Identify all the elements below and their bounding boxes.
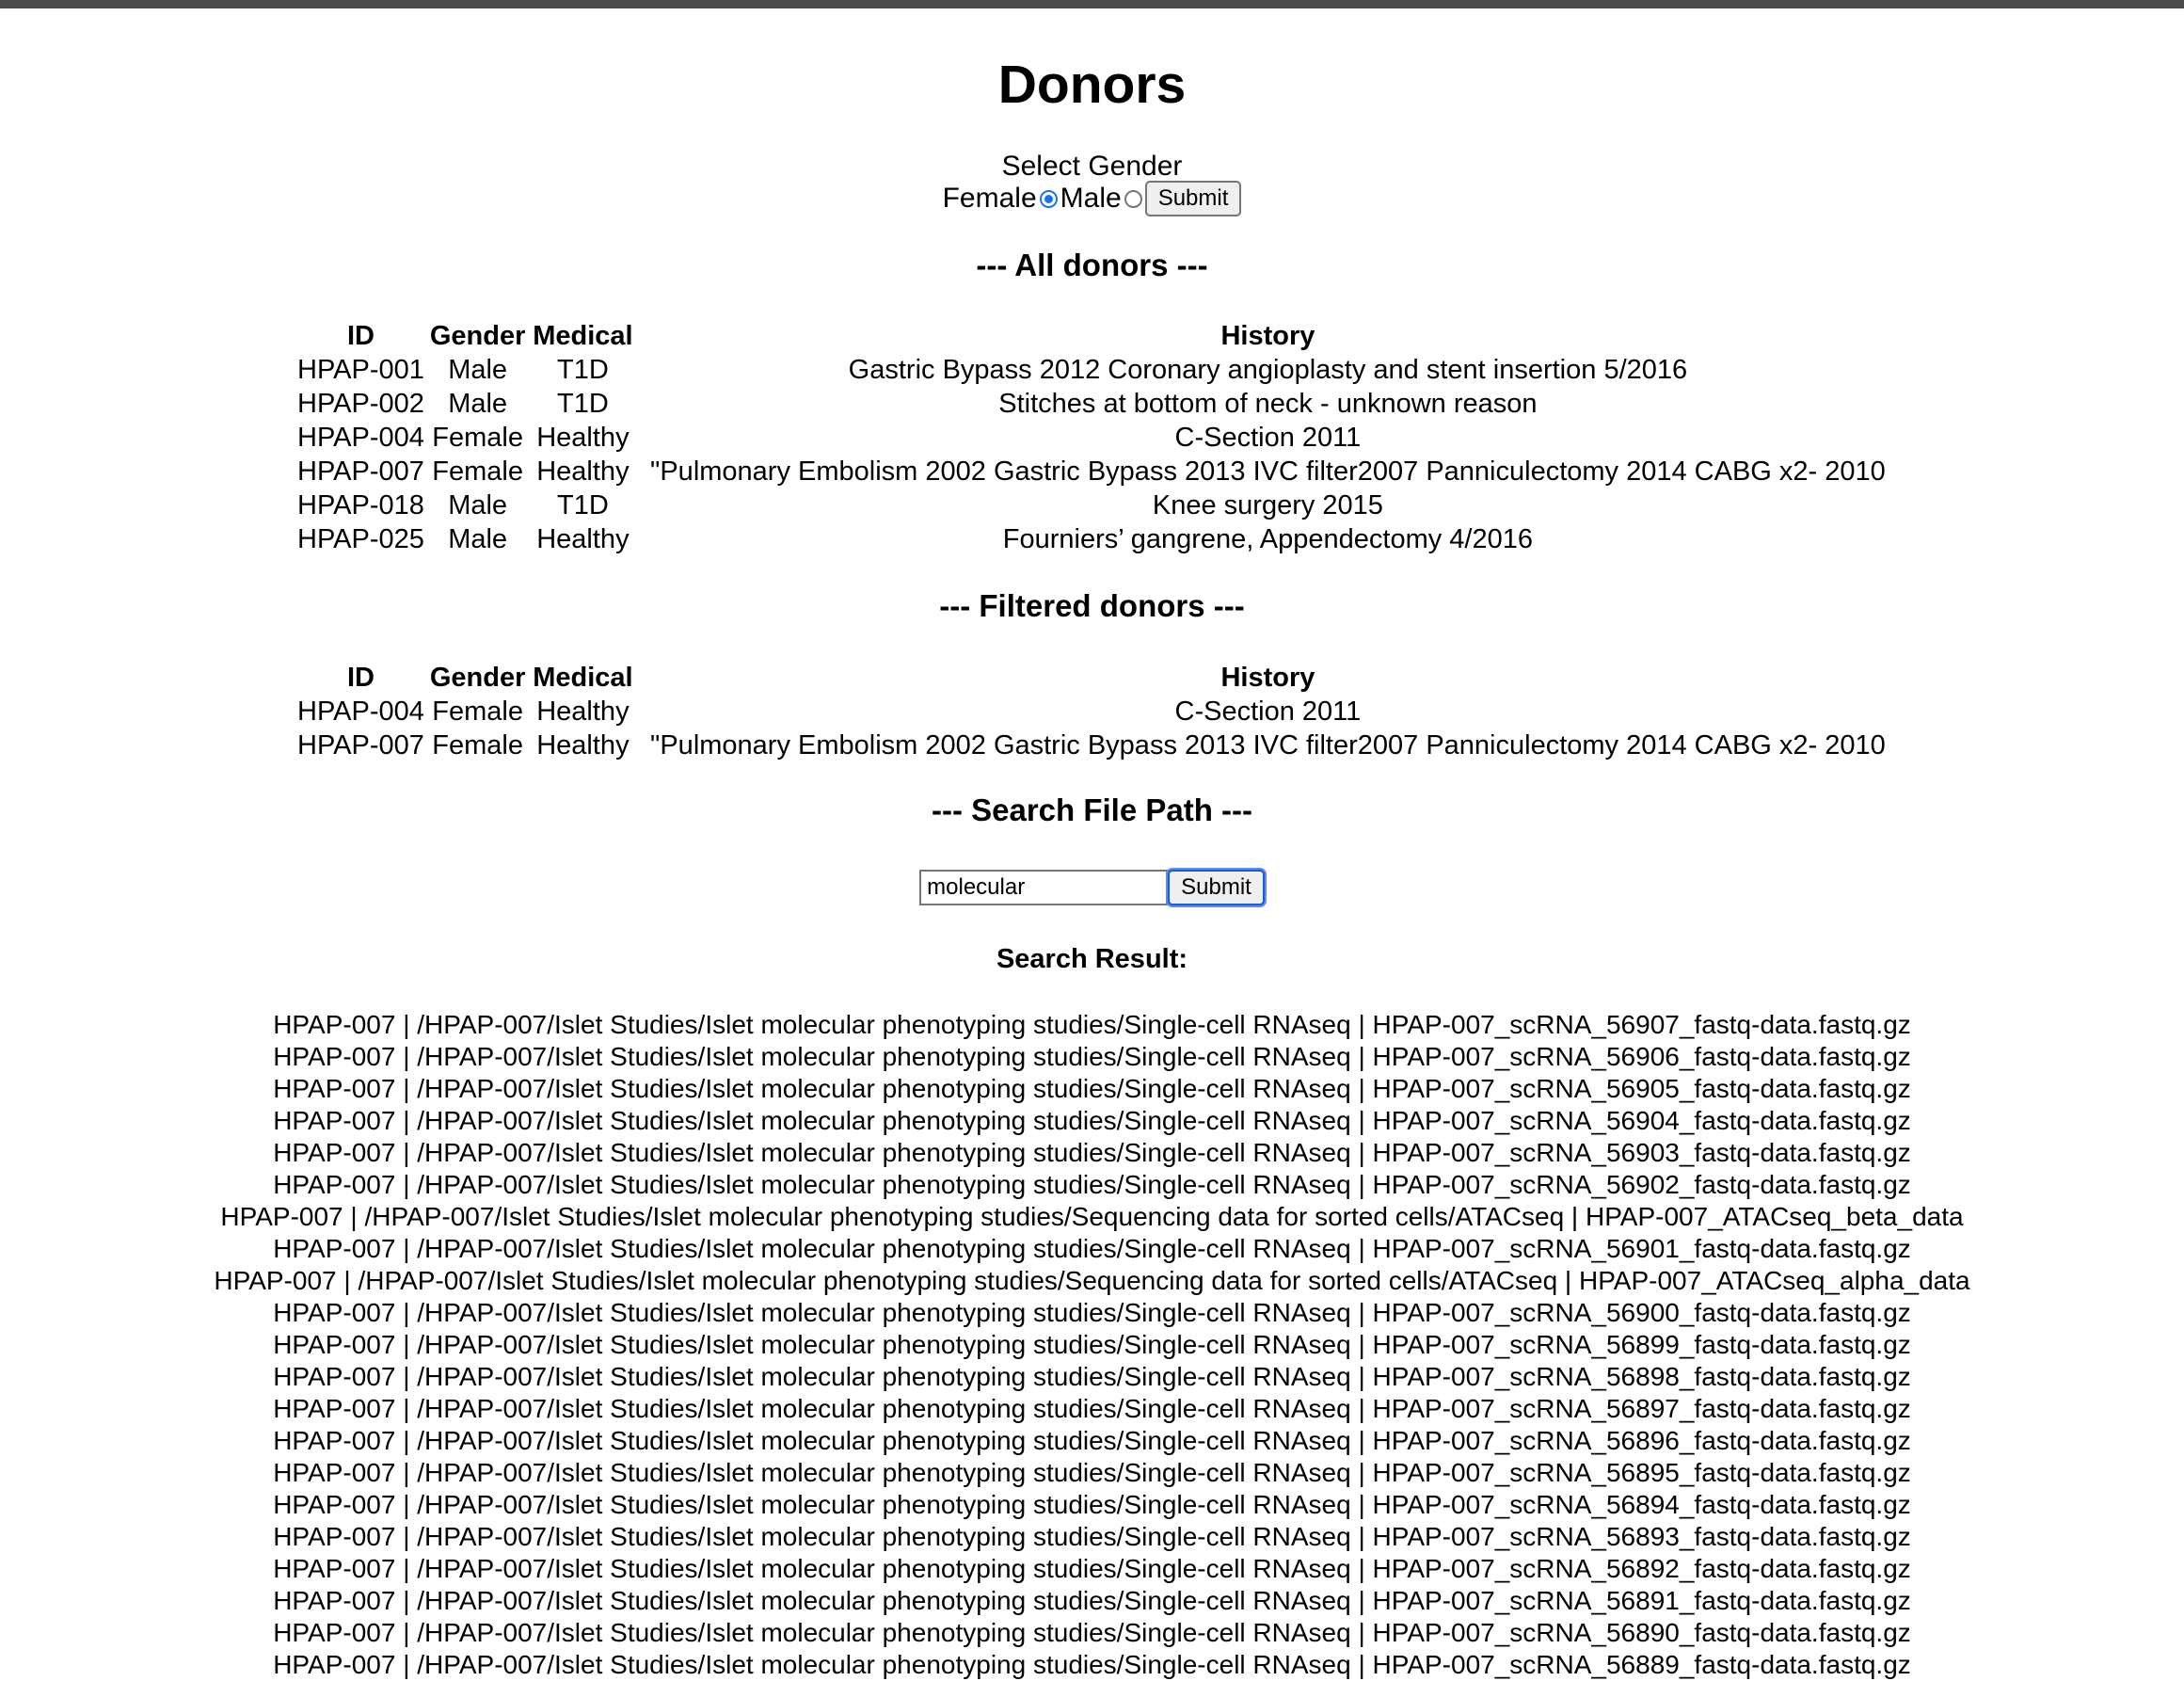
all-donors-heading: --- All donors --- <box>976 248 1208 282</box>
search-result-item: HPAP-007 | /HPAP-007/Islet Studies/Islet… <box>273 1234 1911 1263</box>
table-row: HPAP-002 Male T1D Stitches at bottom of nec… <box>295 387 1898 421</box>
cell-medical: T1D <box>557 389 609 419</box>
cell-id: HPAP-007 <box>297 456 424 487</box>
search-input[interactable] <box>919 870 1169 905</box>
cell-id: HPAP-004 <box>297 696 424 727</box>
search-heading: --- Search File Path --- <box>931 792 1253 827</box>
column-header-history: History <box>1220 321 1315 351</box>
cell-history: C-Section 2011 <box>1174 423 1362 453</box>
cell-history: C-Section 2011 <box>1174 696 1362 727</box>
cell-medical: Healthy <box>536 730 630 760</box>
filtered-donors-table: ID Gender Medical History HPAP-004 Female… <box>295 661 1898 762</box>
search-result-item: HPAP-007 | /HPAP-007/Islet Studies/Islet… <box>273 1394 1911 1423</box>
cell-id: HPAP-004 <box>297 423 424 453</box>
cell-id: HPAP-001 <box>297 355 424 385</box>
cell-medical: Healthy <box>536 524 630 554</box>
cell-id: HPAP-007 <box>297 730 424 760</box>
cell-medical: T1D <box>557 355 609 385</box>
search-result-item: HPAP-007 | /HPAP-007/Islet Studies/Islet… <box>273 1458 1911 1487</box>
table-row: HPAP-004 Female Healthy C-Section 2011 <box>295 421 1898 455</box>
cell-history: Fourniers’ gangrene, Appendectomy 4/2016 <box>1002 524 1533 554</box>
table-header-row: ID Gender Medical History <box>295 319 1898 353</box>
search-result-item: HPAP-007 | /HPAP-007/Islet Studies/Islet… <box>273 1586 1911 1615</box>
gender-form: Female Male Submit <box>0 180 2184 217</box>
cell-medical: Healthy <box>536 456 630 487</box>
search-result-item: HPAP-007 | /HPAP-007/Islet Studies/Islet… <box>273 1106 1911 1135</box>
cell-id: HPAP-002 <box>297 389 424 419</box>
search-result-item: HPAP-007 | /HPAP-007/Islet Studies/Islet… <box>273 1074 1911 1103</box>
cell-gender: Female <box>432 730 523 760</box>
search-result-item: HPAP-007 | /HPAP-007/Islet Studies/Islet… <box>273 1170 1911 1199</box>
page-title: Donors <box>997 55 1187 115</box>
gender-radio-male[interactable] <box>1124 189 1142 208</box>
cell-history: Knee surgery 2015 <box>1152 490 1383 520</box>
cell-gender: Female <box>432 696 523 727</box>
search-results-list: HPAP-007 | /HPAP-007/Islet Studies/Islet… <box>0 1009 2184 1681</box>
search-result-item: HPAP-007 | /HPAP-007/Islet Studies/Islet… <box>273 1010 1911 1039</box>
cell-id: HPAP-025 <box>297 524 424 554</box>
search-result-item: HPAP-007 | /HPAP-007/Islet Studies/Islet… <box>273 1426 1911 1455</box>
search-result-item: HPAP-007 | /HPAP-007/Islet Studies/Islet… <box>273 1362 1911 1391</box>
search-result-item: HPAP-007 | /HPAP-007/Islet Studies/Islet… <box>273 1042 1911 1071</box>
column-header-id: ID <box>346 321 375 351</box>
search-result-item: HPAP-007 | /HPAP-007/Islet Studies/Islet… <box>273 1138 1911 1167</box>
column-header-history: History <box>1220 663 1315 693</box>
window-top-border <box>0 0 2184 8</box>
cell-history: Stitches at bottom of neck - unknown rea… <box>998 389 1538 419</box>
gender-option-male-label: Male <box>1060 183 1122 214</box>
search-result-item: HPAP-007 | /HPAP-007/Islet Studies/Islet… <box>214 1266 1970 1295</box>
search-result-item: HPAP-007 | /HPAP-007/Islet Studies/Islet… <box>273 1618 1911 1647</box>
search-submit-button[interactable]: Submit <box>1168 870 1265 905</box>
filtered-donors-heading: --- Filtered donors --- <box>939 588 1245 623</box>
search-result-item: HPAP-007 | /HPAP-007/Islet Studies/Islet… <box>273 1490 1911 1519</box>
table-row: HPAP-007 Female Healthy "Pulmonary Embolism… <box>295 728 1898 762</box>
search-result-label: Search Result: <box>996 944 1188 974</box>
table-row: HPAP-004 Female Healthy C-Section 2011 <box>295 695 1898 728</box>
cell-gender: Female <box>432 423 523 453</box>
column-header-gender: Gender <box>429 321 526 351</box>
cell-medical: T1D <box>557 490 609 520</box>
table-row: HPAP-007 Female Healthy "Pulmonary Embolism… <box>295 455 1898 488</box>
column-header-id: ID <box>346 663 375 693</box>
cell-medical: Healthy <box>536 423 630 453</box>
column-header-medical: Medical <box>533 663 633 693</box>
gender-radio-female[interactable] <box>1039 189 1058 208</box>
cell-gender: Female <box>432 456 523 487</box>
search-result-item: HPAP-007 | /HPAP-007/Islet Studies/Islet… <box>273 1330 1911 1359</box>
cell-gender: Male <box>448 355 508 385</box>
table-header-row: ID Gender Medical History <box>295 661 1898 695</box>
gender-option-female-label: Female <box>942 183 1037 214</box>
table-row: HPAP-018 Male T1D Knee surgery 2015 <box>295 488 1898 522</box>
gender-submit-button[interactable]: Submit <box>1144 181 1242 216</box>
search-result-item: HPAP-007 | /HPAP-007/Islet Studies/Islet… <box>273 1522 1911 1551</box>
cell-gender: Male <box>448 490 508 520</box>
cell-id: HPAP-018 <box>297 490 424 520</box>
all-donors-table: ID Gender Medical History HPAP-001 Male T1… <box>295 319 1898 556</box>
search-result-item: HPAP-007 | /HPAP-007/Islet Studies/Islet… <box>273 1650 1911 1679</box>
search-result-item: HPAP-007 | /HPAP-007/Islet Studies/Islet… <box>273 1554 1911 1583</box>
cell-history: "Pulmonary Embolism 2002 Gastric Bypass … <box>650 456 1886 487</box>
cell-medical: Healthy <box>536 696 630 727</box>
column-header-gender: Gender <box>429 663 526 693</box>
cell-gender: Male <box>448 524 508 554</box>
search-form: Submit <box>0 870 2184 905</box>
column-header-medical: Medical <box>533 321 633 351</box>
table-row: HPAP-001 Male T1D Gastric Bypass 2012 Coron… <box>295 353 1898 387</box>
search-result-item: HPAP-007 | /HPAP-007/Islet Studies/Islet… <box>220 1202 1964 1231</box>
cell-gender: Male <box>448 389 508 419</box>
search-result-item: HPAP-007 | /HPAP-007/Islet Studies/Islet… <box>273 1298 1911 1327</box>
cell-history: Gastric Bypass 2012 Coronary angioplasty… <box>848 355 1688 385</box>
cell-history: "Pulmonary Embolism 2002 Gastric Bypass … <box>650 730 1886 760</box>
table-row: HPAP-025 Male Healthy Fourniers’ gangrene, … <box>295 522 1898 556</box>
